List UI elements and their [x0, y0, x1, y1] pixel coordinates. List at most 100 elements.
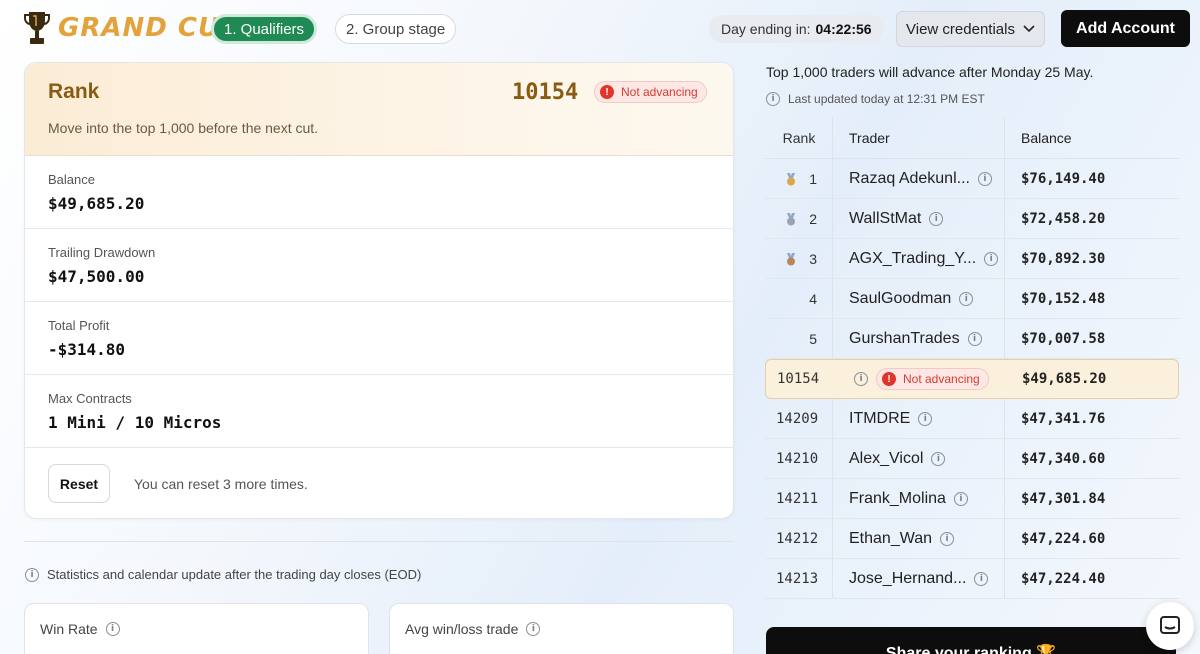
rank-cell: 4 [809, 290, 817, 307]
info-icon[interactable]: i [931, 451, 946, 466]
trader-name[interactable]: AGX_Trading_Y... [849, 250, 976, 268]
info-icon[interactable]: i [766, 92, 780, 106]
trader-name[interactable]: Ethan_Wan [849, 530, 932, 548]
reset-button[interactable]: Reset [48, 464, 110, 503]
win-rate-card: Win Rate i [24, 603, 369, 654]
table-row[interactable]: 14211 Frank_Molina i $47,301.84 [765, 479, 1179, 519]
day-timer: Day ending in: 04:22:56 [709, 15, 884, 43]
info-icon[interactable]: i [526, 622, 541, 636]
table-header: Rank Trader Balance [765, 117, 1179, 159]
table-row[interactable]: 3 AGX_Trading_Y... i $70,892.30 [765, 239, 1179, 279]
trader-name[interactable]: Jose_Hernand... [849, 570, 966, 588]
info-icon[interactable]: i [974, 571, 989, 586]
trader-name[interactable]: ITMDRE [849, 410, 910, 428]
tab-group-stage[interactable]: 2. Group stage [335, 14, 457, 44]
rank-cell: 10154 [777, 371, 820, 387]
stat-value: $47,500.00 [48, 267, 145, 286]
table-row[interactable]: 4 SaulGoodman i $70,152.48 [765, 279, 1179, 319]
trader-name[interactable]: Alex_Vicol [849, 450, 923, 468]
trader-name[interactable]: GurshanTrades [849, 330, 960, 348]
balance-cell: $47,301.84 [1021, 490, 1106, 507]
status-badge: ! Not advancing [876, 368, 989, 390]
reset-note: You can reset 3 more times. [134, 476, 308, 492]
rank-card-header: Rank 10154 ! Not advancing Move into the… [25, 63, 733, 156]
share-ranking-button[interactable]: Share your ranking 🏆 [766, 627, 1176, 654]
balance-cell: $72,458.20 [1021, 210, 1106, 227]
tab-qualifiers[interactable]: 1. Qualifiers [211, 14, 318, 44]
rank-cell: 14212 [776, 530, 819, 547]
table-row-current-user[interactable]: 10154 i! Not advancing $49,685.20 [765, 359, 1179, 399]
info-icon[interactable]: i [953, 491, 968, 506]
trader-cell: GurshanTrades i [849, 319, 982, 358]
stat-label: Total Profit [48, 318, 110, 333]
trader-cell: i ! Not advancing [854, 360, 989, 398]
top-bar: GRAND CUP 1. Qualifiers 2. Group stage D… [0, 0, 1200, 58]
last-updated: i Last updated today at 12:31 PM EST [766, 92, 985, 106]
leaderboard-table: Rank Trader Balance 1 Razaq Adekunl... i $7… [765, 117, 1179, 599]
info-icon[interactable]: i [854, 372, 868, 386]
trophy-icon [24, 12, 50, 44]
chat-icon [1160, 616, 1180, 634]
view-credentials-label: View credentials [906, 20, 1015, 38]
table-row[interactable]: 14209 ITMDRE i $47,341.76 [765, 399, 1179, 439]
rank-cell: 14210 [776, 450, 819, 467]
stat-value: -$314.80 [48, 340, 126, 359]
rank-cell: 5 [809, 330, 817, 347]
stat-balance: Balance $49,685.20 [25, 156, 733, 229]
info-icon[interactable]: i [977, 171, 992, 186]
rank-cell: 2 [809, 210, 817, 227]
trader-cell: Razaq Adekunl... i [849, 159, 992, 198]
stat-value: $49,685.20 [48, 194, 145, 213]
trader-cell: Alex_Vicol i [849, 439, 946, 478]
table-row[interactable]: 14213 Jose_Hernand... i $47,224.40 [765, 559, 1179, 599]
rank-cell: 1 [809, 170, 817, 187]
trader-name[interactable]: SaulGoodman [849, 290, 951, 308]
trader-name[interactable]: WallStMat [849, 210, 921, 228]
balance-cell: $70,152.48 [1021, 290, 1106, 307]
info-icon[interactable]: i [105, 622, 120, 636]
view-credentials-button[interactable]: View credentials [896, 11, 1045, 47]
rank-cell: 3 [809, 250, 817, 267]
table-row[interactable]: 14212 Ethan_Wan i $47,224.60 [765, 519, 1179, 559]
trader-cell: SaulGoodman i [849, 279, 974, 318]
trader-name[interactable]: Razaq Adekunl... [849, 170, 970, 188]
table-row[interactable]: 1 Razaq Adekunl... i $76,149.40 [765, 159, 1179, 199]
info-icon[interactable]: i [918, 411, 933, 426]
table-row[interactable]: 5 GurshanTrades i $70,007.58 [765, 319, 1179, 359]
trader-cell: AGX_Trading_Y... i [849, 239, 999, 278]
trader-cell: ITMDRE i [849, 399, 933, 438]
table-row[interactable]: 14210 Alex_Vicol i $47,340.60 [765, 439, 1179, 479]
info-icon[interactable]: i [959, 291, 974, 306]
brand-logo[interactable]: GRAND CUP [24, 10, 240, 46]
status-badge-label: Not advancing [621, 85, 698, 99]
status-badge: ! Not advancing [594, 81, 707, 103]
rank-subtitle: Move into the top 1,000 before the next … [48, 120, 319, 136]
balance-cell: $47,340.60 [1021, 450, 1106, 467]
trader-cell: Ethan_Wan i [849, 519, 955, 558]
chat-widget-button[interactable] [1146, 602, 1194, 650]
info-icon[interactable]: i [940, 531, 955, 546]
stat-trailing-drawdown: Trailing Drawdown $47,500.00 [25, 229, 733, 302]
balance-cell: $70,007.58 [1021, 330, 1106, 347]
info-icon[interactable]: i [929, 211, 944, 226]
timer-label: Day ending in: [721, 21, 811, 37]
stat-label: Trailing Drawdown [48, 245, 156, 260]
eod-note: i Statistics and calendar update after t… [25, 567, 421, 582]
info-icon[interactable]: i [967, 331, 982, 346]
trader-cell: WallStMat i [849, 199, 944, 238]
avg-win-loss-card: Avg win/loss trade i [389, 603, 734, 654]
stat-total-profit: Total Profit -$314.80 [25, 302, 733, 375]
rank-cell: 14211 [776, 490, 819, 507]
avg-win-loss-title: Avg win/loss trade [405, 621, 519, 637]
balance-cell: $76,149.40 [1021, 170, 1106, 187]
stat-max-contracts: Max Contracts 1 Mini / 10 Micros [25, 375, 733, 448]
rank-cell: 14209 [776, 410, 819, 427]
last-updated-text: Last updated today at 12:31 PM EST [788, 92, 985, 106]
add-account-button[interactable]: Add Account [1061, 10, 1190, 47]
info-icon[interactable]: i [25, 567, 39, 582]
rank-number: 10154 [512, 80, 579, 105]
stat-value: 1 Mini / 10 Micros [48, 413, 222, 432]
trader-name[interactable]: Frank_Molina [849, 490, 946, 508]
table-row[interactable]: 2 WallStMat i $72,458.20 [765, 199, 1179, 239]
info-icon[interactable]: i [984, 251, 999, 266]
